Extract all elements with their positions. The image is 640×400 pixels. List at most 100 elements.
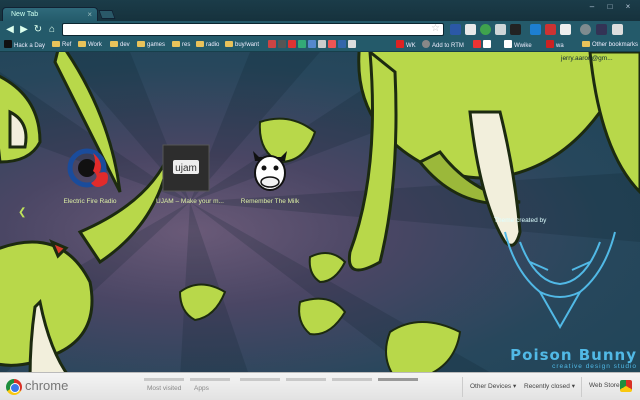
tab-title: New Tab bbox=[11, 11, 39, 18]
footer-tab-most-visited[interactable]: Most visited bbox=[147, 385, 181, 392]
folder-icon bbox=[52, 41, 60, 47]
bookmark-folder-res[interactable]: res bbox=[172, 40, 190, 50]
wiki-icon bbox=[504, 40, 512, 48]
bookmark-folder-work[interactable]: Work bbox=[78, 40, 102, 50]
web-store-link[interactable]: Web Store bbox=[589, 382, 620, 389]
footer-divider bbox=[462, 377, 463, 397]
extension-green-icon[interactable] bbox=[480, 24, 491, 35]
back-arrow-icon[interactable]: ◀ bbox=[4, 24, 16, 36]
extension-w-icon[interactable] bbox=[450, 24, 461, 35]
site-icon bbox=[278, 40, 286, 48]
bookmark-add-to-rtm[interactable]: Add to RTM bbox=[422, 40, 464, 50]
maple-leaf-icon bbox=[396, 40, 404, 48]
site-icon bbox=[298, 40, 306, 48]
extension-red-icon[interactable] bbox=[545, 24, 556, 35]
address-input[interactable] bbox=[63, 24, 423, 35]
close-window-icon[interactable]: × bbox=[618, 2, 638, 14]
bookmark-favicons-2[interactable] bbox=[473, 40, 493, 50]
tile-title: UJAM – Make your m... bbox=[156, 198, 224, 205]
ntp-footer: chrome Most visited Apps Other Devices ▾… bbox=[0, 372, 640, 400]
extension-circle-icon[interactable] bbox=[580, 24, 591, 35]
site-icon bbox=[308, 40, 316, 48]
page-indicator[interactable] bbox=[286, 378, 326, 381]
theme-artwork bbox=[0, 52, 640, 378]
settings-menu-icon[interactable] bbox=[612, 24, 623, 35]
ujam-logo: ujam bbox=[161, 143, 211, 193]
tab-new-tab[interactable]: New Tab × bbox=[2, 7, 98, 21]
bookmark-hack-a-day[interactable]: Hack a Day bbox=[4, 40, 45, 50]
previous-page-arrow-icon[interactable]: ❮ bbox=[18, 207, 26, 218]
bookmarks-bar: Hack a Day Ref Work dev games res radio … bbox=[0, 38, 640, 52]
tile-title: Electric Fire Radio bbox=[63, 198, 117, 205]
bookmark-wk[interactable]: WK bbox=[396, 40, 416, 50]
poison-bunny-logo-art bbox=[504, 231, 616, 330]
folder-icon bbox=[172, 41, 180, 47]
folder-icon bbox=[196, 41, 204, 47]
most-visited-tile[interactable]: Electric Fire Radio bbox=[60, 143, 120, 205]
electric-fire-radio-logo bbox=[65, 143, 115, 193]
svg-text:ujam: ujam bbox=[175, 163, 197, 174]
folder-icon bbox=[582, 41, 590, 47]
extension-gray-icon[interactable] bbox=[495, 24, 506, 35]
site-icon bbox=[546, 40, 554, 48]
most-visited-tile[interactable]: Remember The Milk bbox=[240, 143, 300, 205]
signed-in-user[interactable]: jerry.aaron@gm... bbox=[561, 55, 613, 62]
site-icon bbox=[328, 40, 336, 48]
footer-divider bbox=[581, 377, 582, 397]
bookmark-folder-radio[interactable]: radio bbox=[196, 40, 219, 50]
most-visited-tile[interactable]: ujam UJAM – Make your m... bbox=[156, 143, 224, 205]
remember-the-milk-cow-logo bbox=[245, 143, 295, 193]
bookmark-folder-buy-want[interactable]: buy/want bbox=[225, 40, 259, 50]
folder-icon bbox=[78, 41, 86, 47]
home-icon[interactable]: ⌂ bbox=[46, 24, 58, 36]
bookmark-folder-ref[interactable]: Ref bbox=[52, 40, 71, 50]
bookmark-folder-dev[interactable]: dev bbox=[110, 40, 130, 50]
folder-icon bbox=[137, 41, 145, 47]
new-tab-button[interactable] bbox=[98, 10, 116, 19]
web-store-icon[interactable] bbox=[620, 380, 632, 392]
chrome-wordmark: chrome bbox=[25, 378, 69, 393]
other-devices-menu[interactable]: Other Devices ▾ bbox=[470, 382, 516, 390]
other-bookmarks[interactable]: Other bookmarks bbox=[582, 40, 638, 50]
rtm-icon bbox=[422, 40, 430, 48]
page-indicator-apps[interactable] bbox=[190, 378, 230, 381]
theme-background bbox=[0, 52, 640, 378]
maximize-icon[interactable]: □ bbox=[600, 2, 620, 14]
chrome-logo-icon bbox=[6, 379, 22, 395]
extension-monitor-icon[interactable] bbox=[596, 24, 607, 35]
site-icon bbox=[473, 40, 481, 48]
omnibox[interactable]: ☆ bbox=[62, 23, 444, 36]
theme-creator-logo[interactable]: Poison Bunny bbox=[497, 346, 637, 364]
page-indicator[interactable] bbox=[240, 378, 280, 381]
forward-arrow-icon[interactable]: ▶ bbox=[18, 24, 30, 36]
site-icon bbox=[268, 40, 276, 48]
site-icon bbox=[483, 40, 491, 48]
theme-credit-label: Theme created by bbox=[494, 217, 547, 224]
recently-closed-menu[interactable]: Recently closed ▾ bbox=[524, 382, 575, 390]
page-indicator-most-visited[interactable] bbox=[144, 378, 184, 381]
extension-page-icon[interactable] bbox=[465, 24, 476, 35]
reload-icon[interactable]: ↻ bbox=[32, 24, 44, 36]
extension-white-icon[interactable] bbox=[560, 24, 571, 35]
page-indicator[interactable] bbox=[332, 378, 372, 381]
extension-dark-icon[interactable] bbox=[510, 24, 521, 35]
extension-blue-icon[interactable] bbox=[530, 24, 541, 35]
theme-creator-subtitle: creative design studio bbox=[552, 363, 637, 370]
folder-icon bbox=[110, 41, 118, 47]
toolbar: ◀ ▶ ↻ ⌂ ☆ bbox=[0, 21, 640, 38]
tab-strip: New Tab × – □ × bbox=[0, 0, 640, 21]
bookmark-favicons[interactable] bbox=[268, 40, 358, 50]
bookmark-star-icon[interactable]: ☆ bbox=[431, 23, 440, 34]
page-indicator-active[interactable] bbox=[378, 378, 418, 381]
hack-a-day-icon bbox=[4, 40, 12, 48]
site-icon bbox=[288, 40, 296, 48]
footer-tab-apps[interactable]: Apps bbox=[194, 385, 209, 392]
tab-close-icon[interactable]: × bbox=[87, 10, 92, 19]
site-icon bbox=[318, 40, 326, 48]
bookmark-wwike[interactable]: Wwike bbox=[504, 40, 532, 50]
bookmark-folder-games[interactable]: games bbox=[137, 40, 165, 50]
site-icon bbox=[338, 40, 346, 48]
bookmark-wa[interactable]: wa bbox=[546, 40, 564, 50]
site-icon bbox=[348, 40, 356, 48]
minimize-icon[interactable]: – bbox=[582, 2, 602, 14]
